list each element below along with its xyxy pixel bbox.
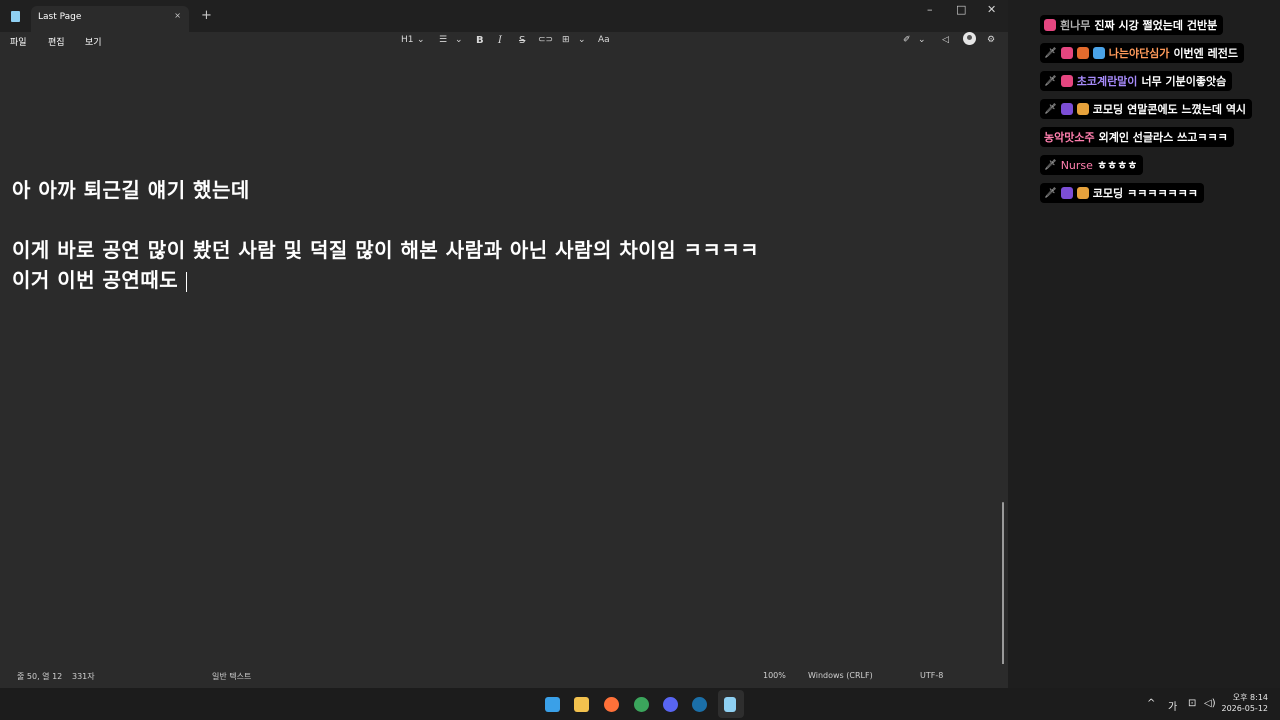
notepad-icon xyxy=(724,697,736,712)
chat-message: 🗡 코모딩 ㅋㅋㅋㅋㅋㅋㅋ xyxy=(1040,183,1204,203)
chat-text: ㅎㅎㅎㅎ xyxy=(1096,159,1138,172)
char-count: 331자 xyxy=(72,672,95,681)
network-icon[interactable]: ⊡ xyxy=(1188,698,1196,709)
notepad-app-icon xyxy=(11,11,20,22)
chevron-down-icon: ⌄ xyxy=(455,35,463,45)
chat-text: 이번엔 레전드 xyxy=(1173,47,1238,60)
emote-badge-icon xyxy=(1076,103,1089,115)
encoding[interactable]: UTF-8 xyxy=(920,671,943,680)
ime-indicator[interactable]: 가 xyxy=(1168,698,1177,713)
chat-nickname: 농악맛소주 xyxy=(1044,131,1095,144)
document-line-text: 이거 이번 공연때도 xyxy=(12,268,179,292)
menu-bar: 파일 편집 보기 H1 ⌄ ☰ ⌄ B I S ⊂⊃ ⊞ ⌄ Aa ✐ ⌄ ◁ … xyxy=(0,32,1008,52)
system-clock[interactable]: 오후 8:14 2026-05-12 xyxy=(1222,692,1269,714)
tray-overflow-icon[interactable]: ^ xyxy=(1147,698,1155,709)
document-line: 이게 바로 공연 많이 봤던 사람 및 덕질 많이 해본 사람과 아닌 사람의 … xyxy=(12,238,760,262)
status-bar: 줄 50, 열 12 331자 일반 텍스트 100% Windows (CRL… xyxy=(0,664,1008,688)
chat-message: 흰나무 진짜 시강 쩔었는데 건반분 xyxy=(1040,15,1224,35)
sword-badge-icon: 🗡 xyxy=(1044,159,1057,171)
tab-close-icon[interactable]: × xyxy=(174,11,181,20)
chat-nickname: Nurse xyxy=(1060,158,1093,172)
chat-nickname: 흰나무 xyxy=(1060,19,1091,32)
document-line: 아 아까 퇴근길 얘기 했는데 xyxy=(12,178,250,202)
file-explorer-icon[interactable] xyxy=(574,697,589,712)
chat-text: 외계인 선글라스 쓰고ㅋㅋㅋ xyxy=(1098,131,1228,144)
text-caret xyxy=(186,271,188,292)
chevron-down-icon: ⌄ xyxy=(417,35,425,45)
firefox-icon[interactable] xyxy=(604,697,619,712)
discord-icon[interactable] xyxy=(663,697,678,712)
account-avatar[interactable] xyxy=(963,32,976,45)
clock-date: 2026-05-12 xyxy=(1221,704,1269,713)
chat-text: ㅋㅋㅋㅋㅋㅋㅋ xyxy=(1127,187,1198,200)
tab-last-page[interactable]: Last Page × xyxy=(31,6,189,32)
pen-icon[interactable]: ✐ xyxy=(903,35,911,45)
purple-heart-badge-icon xyxy=(1060,187,1073,199)
copilot-icon[interactable]: ◁ xyxy=(942,35,949,45)
close-button[interactable]: ✕ xyxy=(987,3,996,16)
title-bar: Last Page × + – □ ✕ xyxy=(0,0,1008,32)
purple-heart-badge-icon xyxy=(1060,103,1073,115)
chrome-icon[interactable] xyxy=(634,697,649,712)
maximize-button[interactable]: □ xyxy=(956,3,966,16)
text-editor[interactable]: 아 아까 퇴근길 얘기 했는데 이게 바로 공연 많이 봤던 사람 및 덕질 많… xyxy=(0,52,1008,684)
chat-nickname: 초코계란말이 xyxy=(1076,75,1138,88)
heart-badge-icon xyxy=(1060,75,1073,87)
minimize-button[interactable]: – xyxy=(927,3,933,16)
heading-dropdown[interactable]: H1 xyxy=(401,35,414,45)
menu-file[interactable]: 파일 xyxy=(10,35,27,48)
chat-nickname: 코모딩 xyxy=(1092,187,1124,200)
taskbar: ^ 가 ⊡ ◁) 오후 8:14 2026-05-12 xyxy=(0,688,1280,720)
notepad-window: Last Page × + – □ ✕ 파일 편집 보기 H1 ⌄ ☰ ⌄ B … xyxy=(0,0,1008,688)
text-format[interactable]: 일반 텍스트 xyxy=(212,671,251,682)
chat-message: 🗡 코모딩 연말콘에도 느꼈는데 역시 xyxy=(1040,99,1253,119)
chat-message: 🗡 초코계란말이 너무 기분이좋앗슴 xyxy=(1040,71,1233,91)
heart-badge-icon xyxy=(1044,19,1056,31)
chat-message: 🗡 나는야단심가 이번엔 레전드 xyxy=(1040,43,1244,63)
chat-nickname: 코모딩 xyxy=(1092,103,1124,116)
volume-icon[interactable]: ◁) xyxy=(1204,698,1216,709)
chat-overlay: 흰나무 진짜 시강 쩔었는데 건반분 🗡 나는야단심가 이번엔 레전드 🗡 초코… xyxy=(1008,0,1280,688)
chat-text: 너무 기분이좋앗슴 xyxy=(1141,75,1227,88)
vertical-scrollbar[interactable] xyxy=(1002,502,1004,684)
tab-title: Last Page xyxy=(38,12,82,22)
menu-edit[interactable]: 편집 xyxy=(48,35,65,48)
chat-message: 🗡 Nurse ㅎㅎㅎㅎ xyxy=(1040,155,1144,175)
steam-icon[interactable] xyxy=(692,697,707,712)
wave-badge-icon xyxy=(1092,47,1105,59)
chat-nickname: 나는야단심가 xyxy=(1108,47,1170,60)
document-line-current: 이거 이번 공연때도 xyxy=(12,264,188,293)
zoom-level[interactable]: 100% xyxy=(763,671,786,680)
menu-view[interactable]: 보기 xyxy=(85,35,102,48)
heart-badge-icon xyxy=(1060,47,1073,59)
list-icon[interactable]: ☰ xyxy=(439,35,447,45)
chevron-down-icon: ⌄ xyxy=(578,35,586,45)
chevron-down-icon: ⌄ xyxy=(918,35,926,45)
emote-badge-icon xyxy=(1076,187,1089,199)
sword-badge-icon: 🗡 xyxy=(1044,75,1057,87)
link-icon[interactable]: ⊂⊃ xyxy=(538,35,553,45)
table-icon[interactable]: ⊞ xyxy=(562,35,570,45)
clear-formatting-icon[interactable]: Aa xyxy=(598,35,610,45)
chat-message: 농악맛소주 외계인 선글라스 쓰고ㅋㅋㅋ xyxy=(1040,127,1234,147)
chat-text: 연말콘에도 느꼈는데 역시 xyxy=(1127,103,1247,116)
line-ending[interactable]: Windows (CRLF) xyxy=(808,671,873,680)
strikethrough-button[interactable]: S xyxy=(519,35,525,46)
italic-button[interactable]: I xyxy=(498,35,502,46)
windows-start-icon[interactable] xyxy=(545,697,560,712)
fire-badge-icon xyxy=(1076,47,1089,59)
new-tab-button[interactable]: + xyxy=(201,8,212,23)
bold-button[interactable]: B xyxy=(476,35,484,46)
sword-badge-icon: 🗡 xyxy=(1044,47,1057,59)
cursor-position: 줄 50, 열 12 xyxy=(17,672,63,681)
sword-badge-icon: 🗡 xyxy=(1044,103,1057,115)
settings-gear-icon[interactable]: ⚙ xyxy=(987,35,995,45)
clock-time: 오후 8:14 xyxy=(1232,693,1268,702)
chat-text: 진짜 시강 쩔었는데 건반분 xyxy=(1094,19,1218,32)
sword-badge-icon: 🗡 xyxy=(1044,187,1057,199)
